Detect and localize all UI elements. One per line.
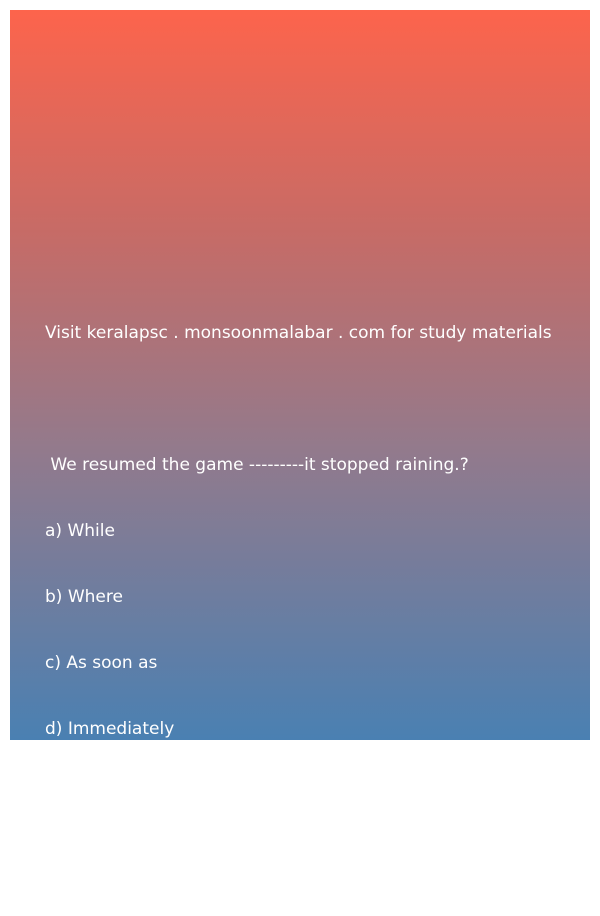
quiz-card: Visit keralapsc . monsoonmalabar . com f… — [10, 10, 590, 871]
source-text: Visit keralapsc . monsoonmalabar . com f… — [45, 323, 552, 343]
option-d: d) Immediately — [45, 719, 175, 739]
answer-text: Answer: As soon as — [45, 851, 210, 871]
option-b: b) Where — [45, 587, 123, 607]
option-a: a) While — [45, 521, 115, 541]
quiz-content: Visit keralapsc . monsoonmalabar . com f… — [45, 278, 585, 916]
option-c: c) As soon as — [45, 653, 158, 673]
question-text: We resumed the game ---------it stopped … — [45, 455, 469, 475]
